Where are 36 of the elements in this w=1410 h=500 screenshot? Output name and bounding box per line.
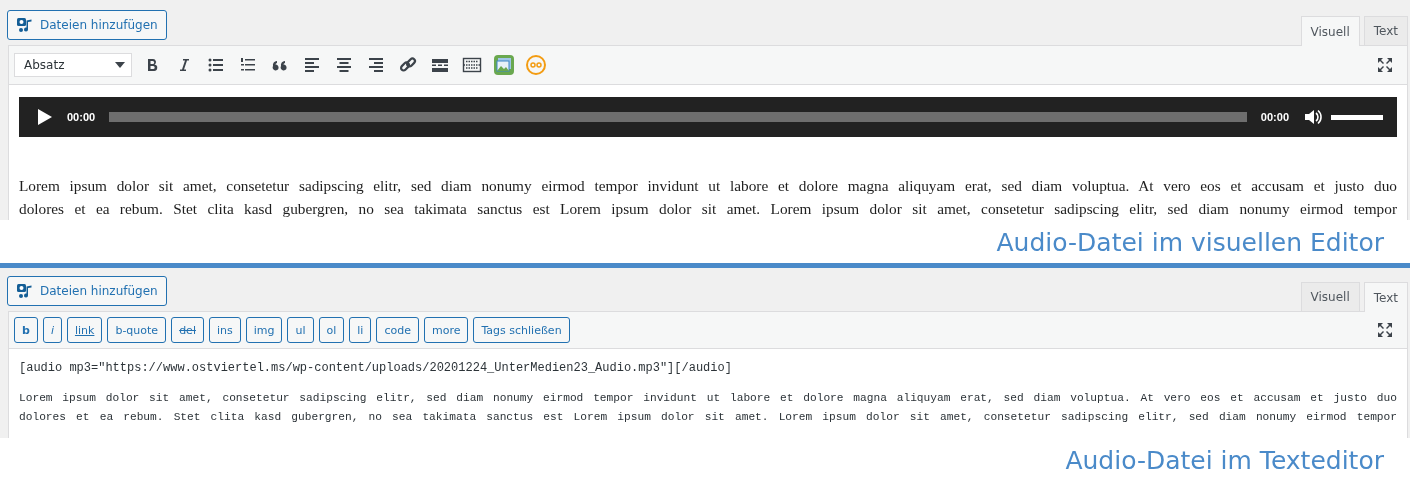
editor-tab[interactable]: Text — [1363, 16, 1408, 45]
caption-text: Audio-Datei im Texteditor — [1065, 445, 1384, 477]
play-icon[interactable] — [37, 108, 53, 126]
quicktag-button[interactable]: b-quote — [107, 317, 167, 343]
add-media-button[interactable]: Dateien hinzufügen — [7, 276, 167, 306]
duration-time: 00:00 — [1260, 111, 1289, 123]
quicktag-button[interactable]: b — [14, 317, 38, 343]
volume-icon[interactable] — [1303, 107, 1323, 127]
quicktag-button[interactable]: img — [245, 317, 283, 343]
elapsed-time: 00:00 — [67, 111, 96, 123]
add-media-button[interactable]: Dateien hinzufügen — [7, 10, 167, 40]
caret-icon — [115, 62, 125, 68]
quicktag-button[interactable]: li — [349, 317, 372, 343]
quicktag-button[interactable]: i — [42, 317, 62, 343]
quicktag-button[interactable]: del — [171, 317, 204, 343]
quicktag-button[interactable]: link — [66, 317, 103, 343]
text-line: Lorem ipsum dolor sit amet, consetetur sadipscing elitr, sed diam nonumy eirmod tempor invidunt ut labore et dolore magna aliquyam erat, sed diam voluptua. At vero eos et accusam et justo duo — [19, 176, 1397, 196]
editor-tab[interactable]: Visuell — [1300, 16, 1360, 46]
media-icon — [16, 16, 34, 34]
format-dropdown[interactable]: Absatz — [14, 53, 132, 77]
quicktag-button[interactable]: ins — [208, 317, 241, 343]
caption-text: Audio-Datei im visuellen Editor — [996, 227, 1384, 259]
quicktag-button[interactable]: Tags schließen — [473, 317, 570, 343]
text-line: dolores et ea rebum. Stet clita kasd gubergren, no sea takimata sanctus est Lorem ipsum dolor sit amet. Lorem ipsum dolor sit amet, consetetur sadipscing elitr, sed diam nonumy eirmod tempor — [19, 410, 1397, 425]
quicktag-button[interactable]: ul — [287, 317, 314, 343]
format-dropdown-label: Absatz — [24, 58, 65, 72]
text-line: Lorem ipsum dolor sit amet, consetetur sadipscing elitr, sed diam nonumy eirmod tempor invidunt ut labore et dolore magna aliquyam erat, sed diam voluptua. At vero eos et accusam et justo duo — [19, 391, 1397, 406]
editor-tab[interactable]: Visuell — [1300, 282, 1360, 311]
quicktag-button[interactable]: code — [376, 317, 419, 343]
quicktag-button[interactable]: ol — [318, 317, 345, 343]
shortcode-text: [audio mp3="https://www.ostviertel.ms/wp-content/uploads/20201224_UnterMedien23_Audio.mp3"][/audio] — [19, 360, 732, 377]
progress-track[interactable] — [109, 112, 1247, 122]
quicktag-button[interactable]: more — [423, 317, 469, 343]
editor-tab[interactable]: Text — [1363, 282, 1408, 312]
text-line: dolores et ea rebum. Stet clita kasd gubergren, no sea takimata sanctus est Lorem ipsum dolor sit amet. Lorem ipsum dolor sit amet, consetetur sadipscing elitr, sed diam nonumy eirmod tempor — [19, 199, 1397, 219]
media-icon — [16, 282, 34, 300]
